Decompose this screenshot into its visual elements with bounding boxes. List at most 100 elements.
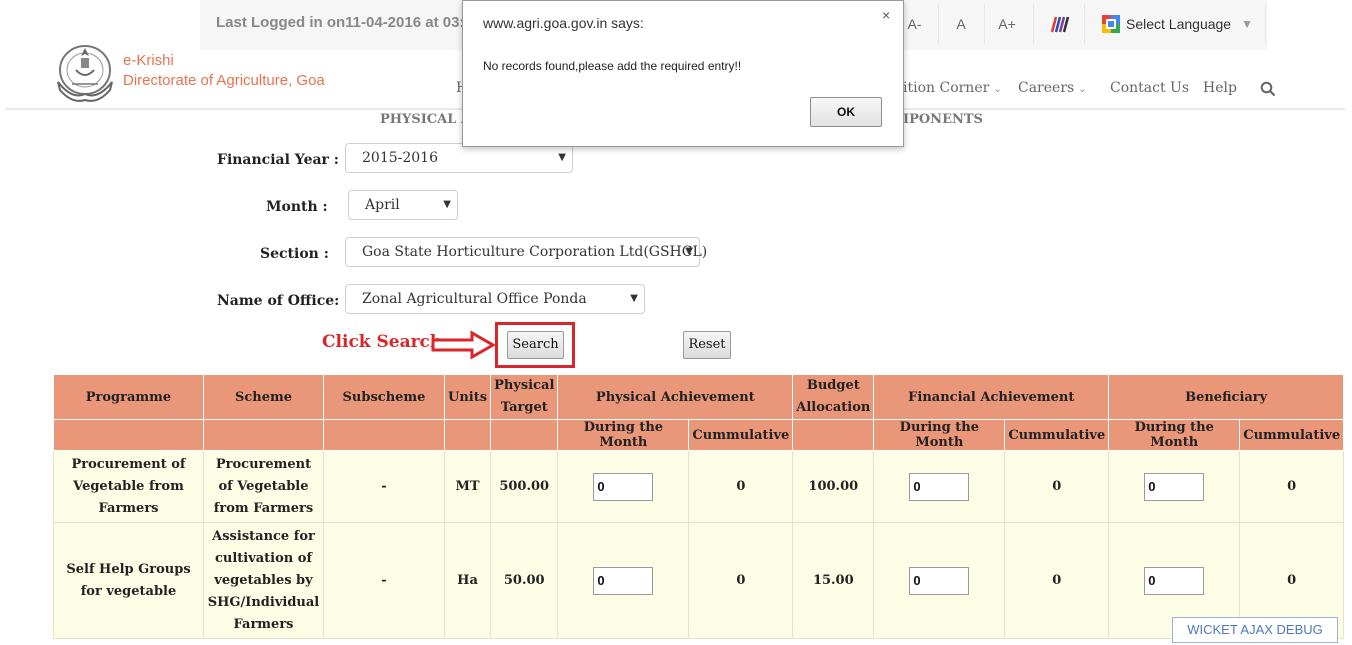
col-physical-achievement: Physical Achievement [557, 374, 794, 420]
fin-month-input[interactable]: 0 [909, 472, 970, 501]
col-beneficiary: Beneficiary [1108, 374, 1345, 420]
wicket-ajax-debug-link[interactable]: WICKET AJAX DEBUG [1172, 617, 1338, 643]
phys-month-input[interactable]: 0 [593, 566, 654, 595]
col-units: Units [443, 374, 492, 420]
cell-ben-cum: 0 [1239, 450, 1345, 523]
col-programme: Programme [53, 374, 204, 420]
cell-units: MT [443, 450, 492, 523]
achievement-table: Programme Scheme Subscheme Units Physica… [53, 374, 1345, 639]
cell-phys-cum: 0 [688, 450, 794, 523]
cell-budget: 15.00 [792, 522, 875, 639]
header-spacer [443, 419, 492, 451]
office-label: Name of Office: [217, 293, 340, 309]
cell-fin-cum: 0 [1004, 450, 1110, 523]
col-ben-during-month: During the Month [1108, 419, 1241, 451]
dialog-message: No records found,please add the required… [483, 59, 742, 73]
financial-year-value: 2015-2016 [362, 150, 438, 166]
financial-year-select[interactable]: 2015-2016 ▼ [345, 143, 573, 173]
nav-label: ition Corner [903, 80, 990, 96]
section-select[interactable]: Goa State Horticulture Corporation Ltd(G… [345, 237, 707, 267]
cell-subscheme: - [323, 450, 445, 523]
cell-fin-month: 0 [873, 522, 1006, 639]
close-icon[interactable]: × [882, 7, 890, 23]
header-spacer [53, 419, 204, 451]
language-selector[interactable]: Select Language ▼ [1086, 4, 1266, 44]
cell-physical-target: 50.00 [490, 522, 559, 639]
state-emblem-icon[interactable] [52, 40, 118, 106]
ben-month-input[interactable]: 0 [1144, 566, 1205, 595]
header-spacer [490, 419, 559, 451]
chevron-down-icon: ▼ [1241, 17, 1253, 31]
reset-button[interactable]: Reset [683, 331, 731, 359]
header-spacer [203, 419, 324, 451]
nav-label: Careers [1018, 80, 1075, 96]
chevron-down-icon: ▼ [685, 246, 693, 257]
chevron-down-icon: ⌄ [993, 84, 1002, 95]
cell-fin-month: 0 [873, 450, 1006, 523]
cell-physical-target: 500.00 [490, 450, 559, 523]
cell-budget: 100.00 [792, 450, 875, 523]
brand-subtitle[interactable]: Directorate of Agriculture, Goa [123, 72, 325, 89]
col-ben-cumulative: Cummulative [1239, 419, 1345, 451]
google-translate-icon [1102, 15, 1120, 33]
col-phys-during-month: During the Month [557, 419, 690, 451]
brand-name[interactable]: e-Krishi [123, 52, 174, 69]
font-normal-button[interactable]: A [938, 4, 983, 44]
col-financial-achievement: Financial Achievement [873, 374, 1110, 420]
cell-scheme: Procurement of Vegetable from Farmers [203, 450, 324, 523]
ok-button[interactable]: OK [810, 97, 882, 127]
dialog-title: www.agri.goa.gov.in says: [483, 15, 644, 31]
header-spacer [792, 419, 875, 451]
search-button[interactable]: Search [507, 331, 564, 359]
table-row: Self Help Groups for vegetable Assistanc… [53, 522, 1345, 639]
month-value: April [365, 197, 400, 213]
alert-dialog: www.agri.goa.gov.in says: × No records f… [462, 0, 904, 147]
office-value: Zonal Agricultural Office Ponda [362, 291, 587, 307]
contrast-button[interactable] [1033, 4, 1085, 44]
col-fin-cumulative: Cummulative [1004, 419, 1110, 451]
language-label: Select Language [1126, 16, 1232, 32]
office-select[interactable]: Zonal Agricultural Office Ponda ▼ [345, 284, 645, 314]
cell-programme: Self Help Groups for vegetable [53, 522, 204, 639]
col-subscheme: Subscheme [323, 374, 445, 420]
last-logged-text: Last Logged in on11-04-2016 at 03:0 [216, 14, 473, 31]
arrow-right-icon [431, 330, 496, 360]
month-label: Month : [266, 199, 328, 215]
cell-phys-month: 0 [557, 522, 690, 639]
ben-month-input[interactable]: 0 [1144, 472, 1205, 501]
header-spacer [323, 419, 445, 451]
chevron-down-icon: ▼ [443, 199, 451, 210]
col-physical-target: Physical Target [490, 374, 559, 420]
cell-units: Ha [443, 522, 492, 639]
chevron-down-icon: ⌄ [1078, 84, 1087, 95]
col-budget-allocation: Budget Allocation [792, 374, 875, 420]
search-icon[interactable] [1260, 81, 1276, 97]
font-increase-button[interactable]: A+ [984, 4, 1029, 44]
section-label: Section : [260, 246, 329, 262]
nav-item-corner[interactable]: ition Corner ⌄ [903, 80, 1002, 96]
col-fin-during-month: During the Month [873, 419, 1006, 451]
col-scheme: Scheme [203, 374, 324, 420]
table-row: Procurement of Vegetable from Farmers Pr… [53, 450, 1345, 523]
fin-month-input[interactable]: 0 [909, 566, 970, 595]
cell-fin-cum: 0 [1004, 522, 1110, 639]
nav-item-contact[interactable]: Contact Us [1110, 80, 1189, 96]
page-title-tail: IPONENTS [903, 112, 983, 127]
nav-item-careers[interactable]: Careers ⌄ [1018, 80, 1087, 96]
contrast-pencils-icon [1050, 16, 1070, 33]
cell-programme: Procurement of Vegetable from Farmers [53, 450, 204, 523]
cell-phys-month: 0 [557, 450, 690, 523]
nav-item-help[interactable]: Help [1203, 80, 1237, 96]
chevron-down-icon: ▼ [630, 293, 638, 304]
cell-ben-month: 0 [1108, 450, 1241, 523]
cell-subscheme: - [323, 522, 445, 639]
section-value: Goa State Horticulture Corporation Ltd(G… [362, 244, 708, 260]
cell-scheme: Assistance for cultivation of vegetables… [203, 522, 324, 639]
phys-month-input[interactable]: 0 [593, 472, 654, 501]
financial-year-label: Financial Year : [217, 152, 339, 168]
month-select[interactable]: April ▼ [348, 190, 458, 220]
chevron-down-icon: ▼ [558, 152, 566, 163]
col-phys-cumulative: Cummulative [688, 419, 794, 451]
annotation-label: Click Search [322, 332, 443, 352]
cell-phys-cum: 0 [688, 522, 794, 639]
